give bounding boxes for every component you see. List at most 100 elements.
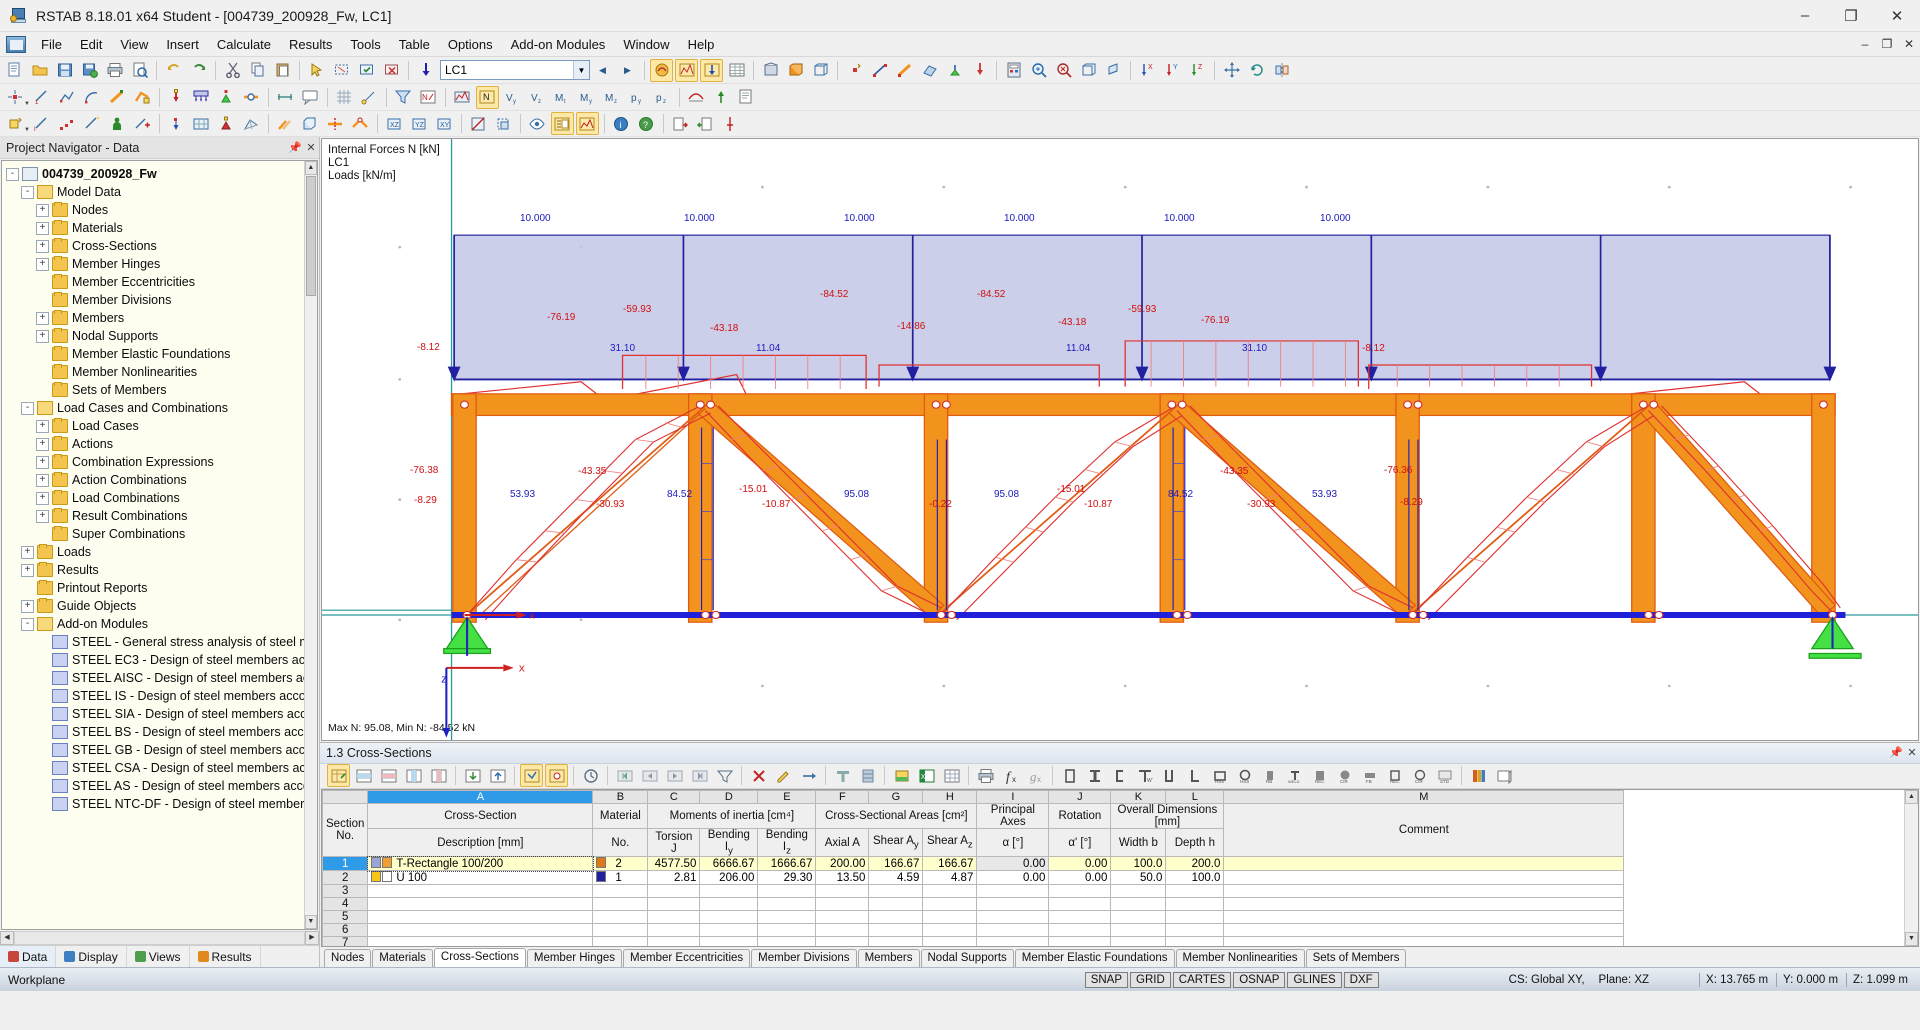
chevron-down-icon[interactable]: ▼ — [573, 61, 589, 79]
filter-results-button[interactable] — [392, 86, 415, 109]
new-support-button[interactable] — [943, 59, 966, 82]
expand-icon[interactable]: + — [36, 204, 49, 217]
cell-shear-az[interactable]: 166.67 — [923, 857, 977, 871]
table-cell-empty[interactable] — [1224, 937, 1624, 948]
cell-material-no[interactable]: 1 — [593, 871, 648, 885]
collapse-icon[interactable]: - — [6, 168, 19, 181]
table-cell-empty[interactable] — [368, 898, 593, 911]
zoom-window-button[interactable] — [1027, 59, 1050, 82]
col-letter-I[interactable]: I — [977, 790, 1049, 803]
table-cell-empty[interactable] — [648, 911, 700, 924]
tree-item-steel-general-stress-analysis-of-steel-mer[interactable]: STEEL - General stress analysis of steel… — [6, 633, 304, 651]
col-letter-L[interactable]: L — [1166, 790, 1224, 803]
table-cell-empty[interactable] — [1224, 898, 1624, 911]
navigator-tree[interactable]: -004739_200928_Fw-Model Data+Nodes+Mater… — [2, 161, 304, 929]
table-formula-alt-button[interactable]: gx — [1024, 764, 1047, 787]
expand-icon[interactable]: + — [36, 222, 49, 235]
calculate-button[interactable] — [1002, 59, 1025, 82]
tree-item-nodes[interactable]: +Nodes — [6, 201, 304, 219]
section-shape-i-button[interactable] — [1083, 764, 1106, 787]
menu-calculate[interactable]: Calculate — [208, 34, 280, 55]
render-model-button[interactable] — [759, 59, 782, 82]
tree-item-combination-expressions[interactable]: +Combination Expressions — [6, 453, 304, 471]
wireframe-button[interactable] — [809, 59, 832, 82]
row-number[interactable]: 7 — [323, 937, 368, 948]
expand-icon[interactable]: + — [36, 312, 49, 325]
section-shape-rb-button[interactable]: RB — [1258, 764, 1281, 787]
table-cell-empty[interactable] — [758, 937, 816, 948]
col-letter-F[interactable]: F — [816, 790, 869, 803]
cell-shear-ay[interactable]: 166.67 — [869, 857, 923, 871]
zoom-all-button[interactable] — [1052, 59, 1075, 82]
table-cell-empty[interactable] — [977, 924, 1049, 937]
move-button[interactable] — [1220, 59, 1243, 82]
table-cell-empty[interactable] — [816, 911, 869, 924]
select-special-button[interactable] — [355, 59, 378, 82]
navigator-tab-views[interactable]: Views — [127, 946, 190, 967]
new-member-button[interactable] — [893, 59, 916, 82]
tree-item-materials[interactable]: +Materials — [6, 219, 304, 237]
cell-material-no[interactable]: 2 — [593, 857, 648, 871]
load-case-icon[interactable] — [414, 59, 437, 82]
menu-results[interactable]: Results — [280, 34, 341, 55]
table-cell-empty[interactable] — [923, 885, 977, 898]
tree-item-steel-gb-design-of-steel-members-accor[interactable]: STEEL GB - Design of steel members accor — [6, 741, 304, 759]
expand-icon[interactable]: + — [36, 258, 49, 271]
show-values-pz-button[interactable]: pz — [651, 86, 674, 109]
new-button[interactable] — [3, 59, 26, 82]
gen-nodes-button[interactable] — [165, 112, 188, 135]
table-cell-empty[interactable] — [700, 898, 758, 911]
menu-tools[interactable]: Tools — [341, 34, 389, 55]
table-grid-button[interactable] — [940, 764, 963, 787]
save-all-button[interactable] — [78, 59, 101, 82]
navigator-tab-display[interactable]: Display — [56, 946, 126, 967]
tree-item-cross-sections[interactable]: +Cross-Sections — [6, 237, 304, 255]
table-cell-empty[interactable] — [648, 898, 700, 911]
table-row[interactable]: 6 — [323, 924, 1624, 937]
new-line-button[interactable] — [868, 59, 891, 82]
cell-width-b[interactable]: 100.0 — [1111, 857, 1166, 871]
visibility-button[interactable] — [526, 112, 549, 135]
expand-icon[interactable]: + — [21, 600, 34, 613]
select-object-button[interactable] — [305, 59, 328, 82]
section-shape-cir-button[interactable]: CIR — [1333, 764, 1356, 787]
table-cell-empty[interactable] — [869, 885, 923, 898]
cell-description[interactable]: T-Rectangle 100/200 — [368, 857, 593, 871]
connect-members-button[interactable] — [349, 112, 372, 135]
nodal-load-button[interactable] — [165, 86, 188, 109]
table-cell-empty[interactable] — [816, 885, 869, 898]
graphics-view[interactable]: Internal Forces N [kN] LC1 Loads [kN/m] … — [321, 138, 1919, 741]
table-cell-empty[interactable] — [700, 924, 758, 937]
view-y-button[interactable]: Y — [1161, 59, 1184, 82]
tree-item-004739-200928-fw[interactable]: -004739_200928_Fw — [6, 165, 304, 183]
data-tab-nodes[interactable]: Nodes — [324, 949, 371, 967]
cell-shear-az[interactable]: 4.87 — [923, 871, 977, 885]
show-deformation-button[interactable] — [650, 59, 673, 82]
expand-icon[interactable]: + — [36, 420, 49, 433]
table-cell-empty[interactable] — [816, 937, 869, 948]
grid-scrollbar[interactable]: ▲ ▼ — [1904, 790, 1918, 947]
cut-plane-button[interactable] — [467, 112, 490, 135]
table-cell-empty[interactable] — [1049, 911, 1111, 924]
cell-depth-h[interactable]: 200.0 — [1166, 857, 1224, 871]
tree-item-result-combinations[interactable]: +Result Combinations — [6, 507, 304, 525]
cell-comment[interactable] — [1224, 857, 1624, 871]
pin-toolbar-button[interactable] — [719, 112, 742, 135]
col-letter-C[interactable]: C — [648, 790, 700, 803]
expand-icon[interactable]: + — [36, 492, 49, 505]
table-row[interactable]: 1T-Rectangle 100/20024577.506666.671666.… — [323, 857, 1624, 871]
inner-restore-button[interactable]: ❐ — [1876, 34, 1898, 54]
close-icon[interactable]: ✕ — [303, 141, 319, 154]
navigator-hscrollbar[interactable]: ◀ ▶ — [0, 931, 319, 945]
table-excel-button[interactable]: X — [915, 764, 938, 787]
section-shape-l-button[interactable] — [1183, 764, 1206, 787]
table-cell-empty[interactable] — [1111, 898, 1166, 911]
snap-settings-button[interactable] — [358, 86, 381, 109]
table-cell-empty[interactable] — [923, 911, 977, 924]
table-delete-button[interactable] — [747, 764, 770, 787]
tree-item-load-cases[interactable]: +Load Cases — [6, 417, 304, 435]
table-cell-empty[interactable] — [700, 885, 758, 898]
expand-icon[interactable]: + — [36, 240, 49, 253]
section-shape-hollow-button[interactable] — [1058, 764, 1081, 787]
col-letter-J[interactable]: J — [1049, 790, 1111, 803]
